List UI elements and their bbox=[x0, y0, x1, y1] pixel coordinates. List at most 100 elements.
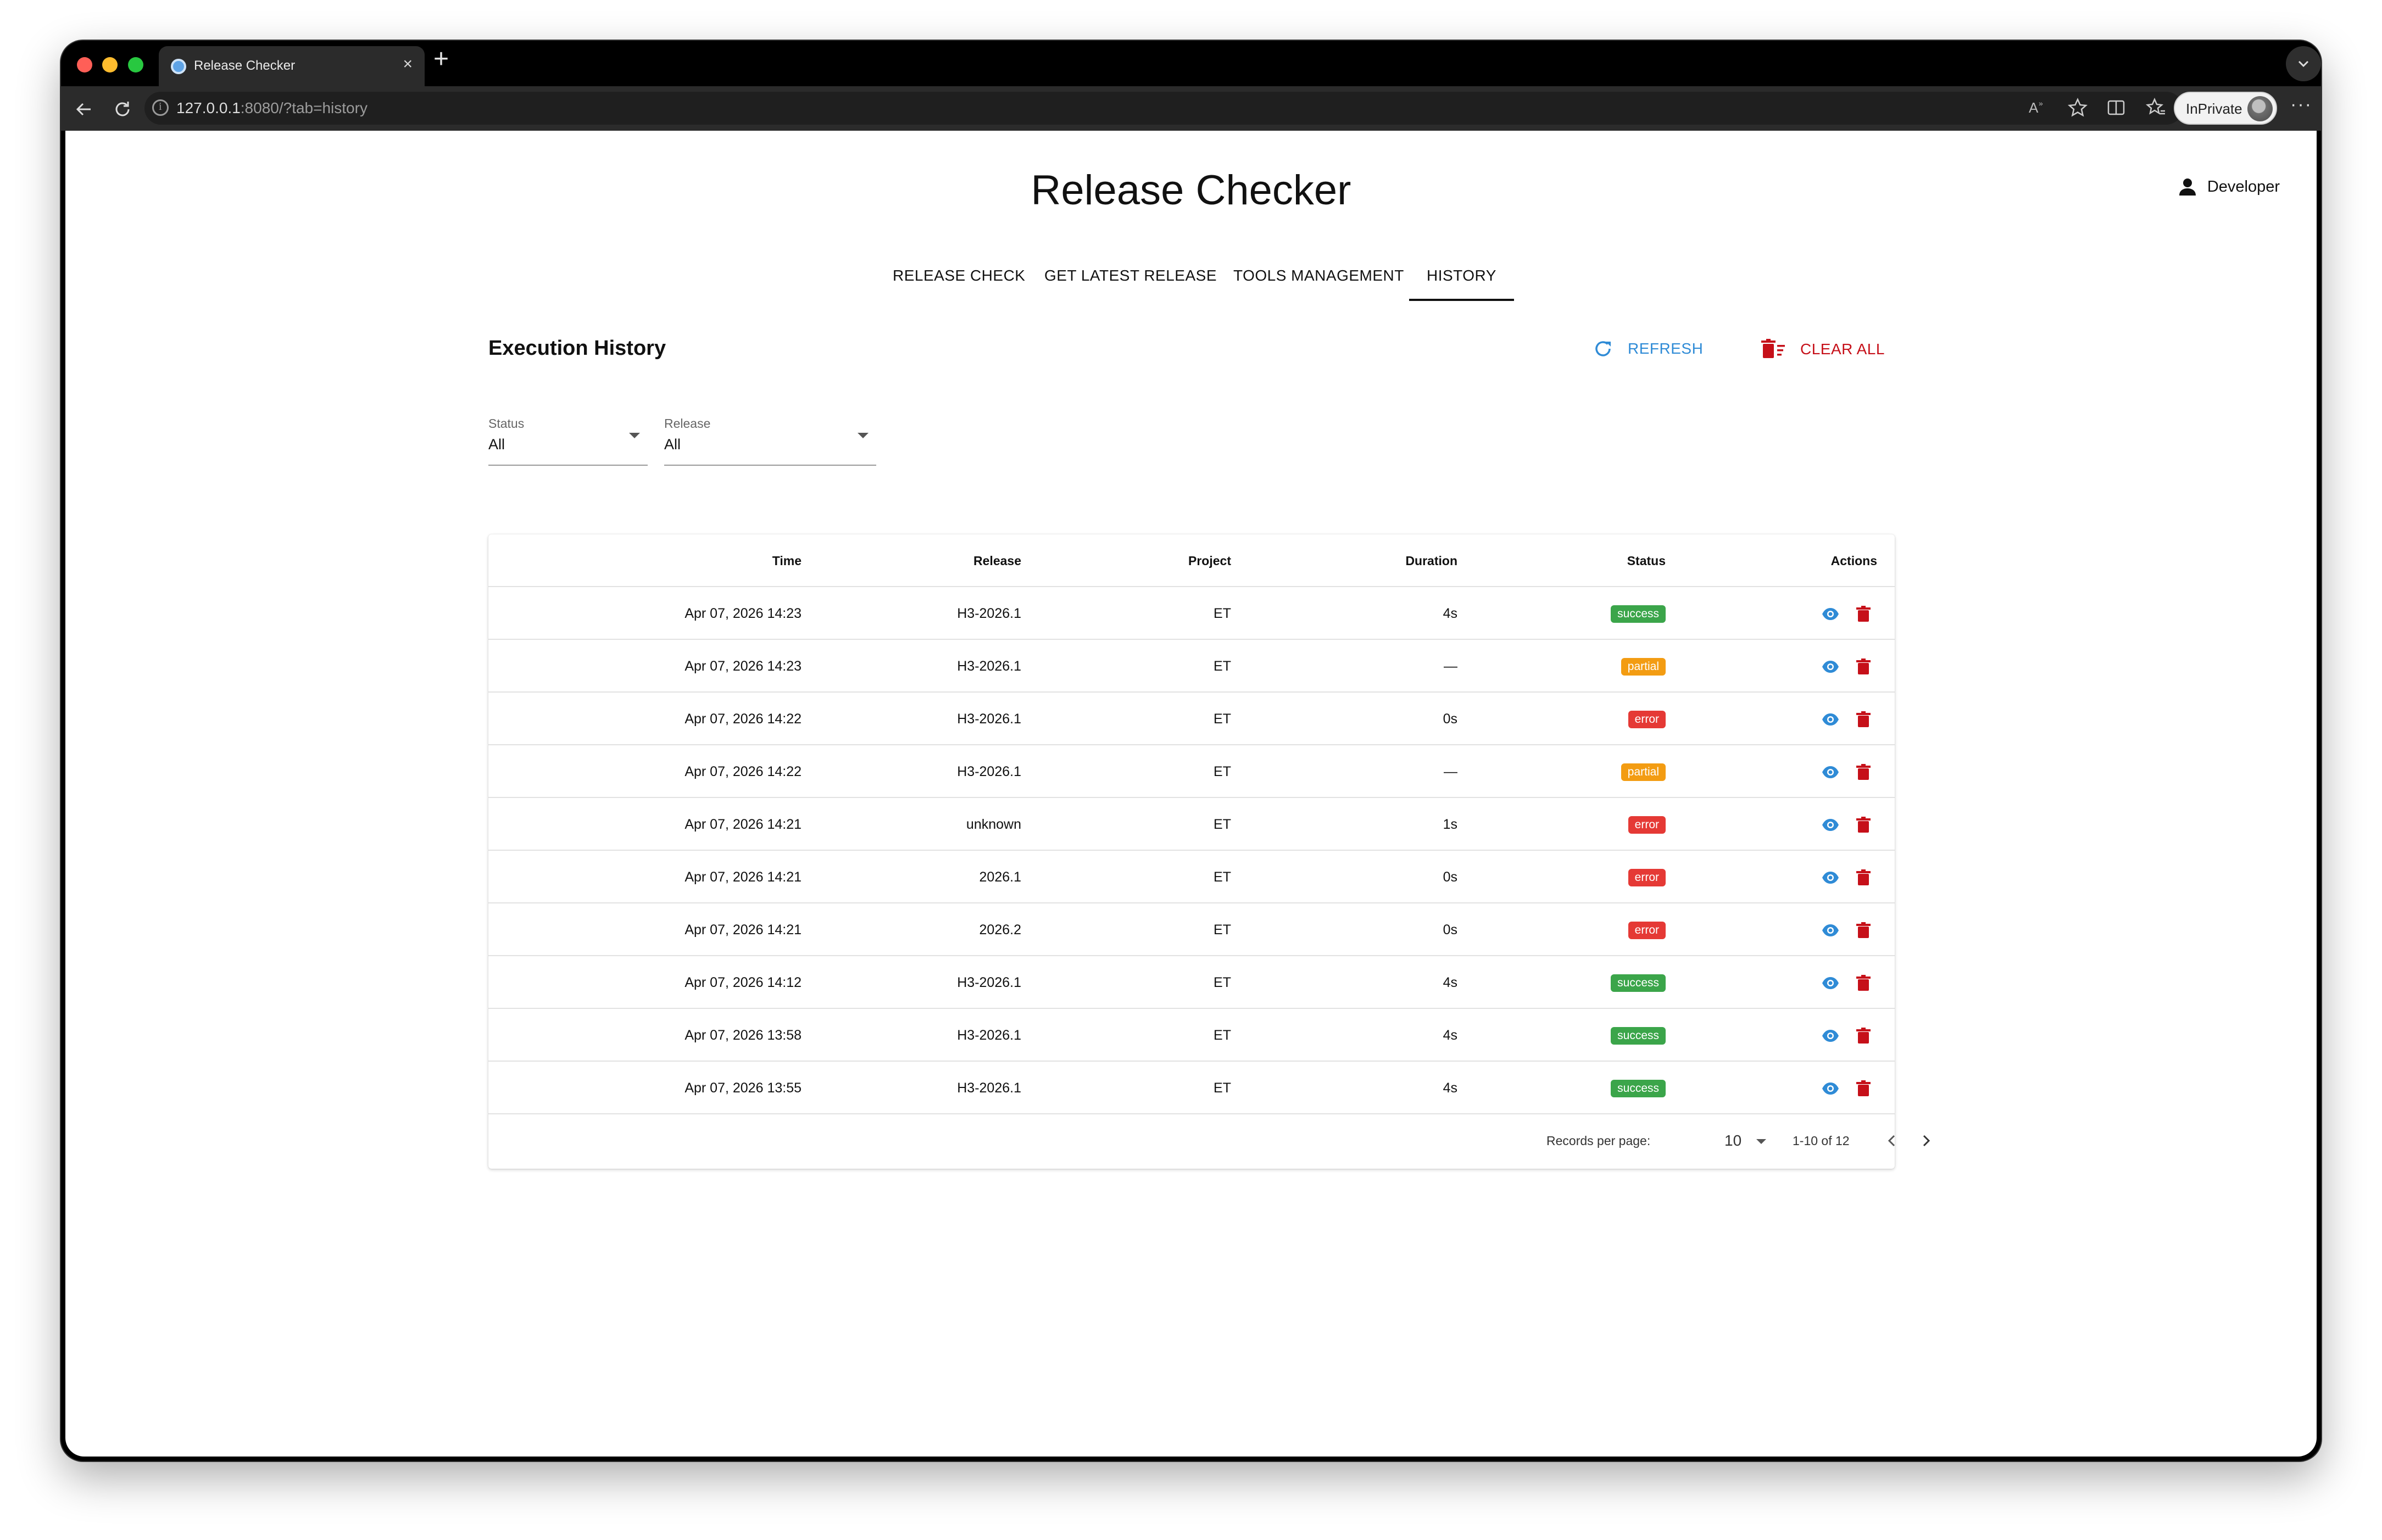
release-filter-select[interactable]: Release All bbox=[664, 416, 876, 466]
column-header-duration[interactable]: Duration bbox=[1405, 534, 1457, 587]
trash-icon[interactable] bbox=[1856, 817, 1871, 836]
row-actions bbox=[1821, 657, 1871, 679]
cell-release: H3-2026.1 bbox=[957, 711, 1021, 727]
tab-tools-management[interactable]: TOOLS MANAGEMENT bbox=[1233, 252, 1404, 301]
trash-icon[interactable] bbox=[1856, 659, 1871, 678]
table-row[interactable]: Apr 07, 2026 14:21 unknown ET 1s error bbox=[488, 798, 1895, 851]
status-badge: success bbox=[1611, 1080, 1666, 1098]
chevron-left-icon[interactable] bbox=[1883, 1131, 1901, 1150]
eye-icon[interactable] bbox=[1821, 657, 1840, 679]
close-window-button[interactable] bbox=[77, 57, 92, 72]
column-header-status[interactable]: Status bbox=[1627, 534, 1666, 587]
eye-icon[interactable] bbox=[1821, 1026, 1840, 1048]
browser-tab[interactable]: Release Checker × bbox=[159, 46, 425, 86]
url-field[interactable]: 127.0.0.1:8080/?tab=history bbox=[144, 92, 2183, 125]
cell-project: ET bbox=[1214, 817, 1231, 832]
status-filter-select[interactable]: Status All bbox=[488, 416, 648, 466]
reload-icon[interactable] bbox=[112, 98, 133, 120]
records-per-page-select[interactable]: 10 bbox=[1724, 1132, 1741, 1150]
split-screen-icon[interactable] bbox=[2106, 97, 2127, 118]
clear-all-label: CLEAR ALL bbox=[1800, 341, 1885, 358]
eye-icon[interactable] bbox=[1821, 605, 1840, 626]
trash-icon[interactable] bbox=[1856, 606, 1871, 625]
web-page: Release Checker Developer RELEASE CHECK … bbox=[65, 131, 2317, 1457]
eye-icon[interactable] bbox=[1821, 921, 1840, 942]
cell-time: Apr 07, 2026 14:23 bbox=[684, 606, 802, 621]
table-header-row: Time Release Project Duration Status Act… bbox=[488, 534, 1895, 587]
clear-all-button[interactable]: CLEAR ALL bbox=[1761, 338, 1885, 360]
cell-project: ET bbox=[1214, 922, 1231, 938]
cell-time: Apr 07, 2026 14:22 bbox=[684, 711, 802, 727]
table-row[interactable]: Apr 07, 2026 14:21 2026.2 ET 0s error bbox=[488, 903, 1895, 956]
tab-get-latest-release[interactable]: GET LATEST RELEASE bbox=[1044, 252, 1217, 301]
table-row[interactable]: Apr 07, 2026 14:23 H3-2026.1 ET 4s success bbox=[488, 587, 1895, 640]
history-table: Time Release Project Duration Status Act… bbox=[488, 534, 1930, 1169]
column-header-time[interactable]: Time bbox=[772, 534, 802, 587]
trash-icon[interactable] bbox=[1856, 1028, 1871, 1047]
person-icon bbox=[2179, 178, 2196, 196]
favorites-icon[interactable] bbox=[2145, 97, 2166, 118]
eye-icon[interactable] bbox=[1821, 1079, 1840, 1101]
table-row[interactable]: Apr 07, 2026 14:12 H3-2026.1 ET 4s success bbox=[488, 956, 1895, 1009]
status-badge: success bbox=[1611, 605, 1666, 623]
cell-duration: 4s bbox=[1443, 1080, 1457, 1096]
table-row[interactable]: Apr 07, 2026 14:22 H3-2026.1 ET — partial bbox=[488, 745, 1895, 798]
status-badge: error bbox=[1628, 711, 1666, 729]
column-header-project[interactable]: Project bbox=[1188, 534, 1231, 587]
table-row[interactable]: Apr 07, 2026 13:58 H3-2026.1 ET 4s success bbox=[488, 1009, 1895, 1062]
inprivate-label: InPrivate bbox=[2186, 101, 2242, 117]
trash-icon[interactable] bbox=[1856, 711, 1871, 730]
cell-time: Apr 07, 2026 14:21 bbox=[684, 922, 802, 938]
column-header-release[interactable]: Release bbox=[973, 534, 1021, 587]
table-row[interactable]: Apr 07, 2026 14:22 H3-2026.1 ET 0s error bbox=[488, 693, 1895, 745]
dropdown-arrow-icon[interactable] bbox=[1756, 1139, 1766, 1144]
cell-project: ET bbox=[1214, 975, 1231, 990]
minimize-window-button[interactable] bbox=[102, 57, 118, 72]
close-tab-icon[interactable]: × bbox=[403, 56, 413, 72]
more-menu-icon[interactable]: ··· bbox=[2290, 94, 2312, 115]
browser-tab-title: Release Checker bbox=[194, 58, 296, 73]
row-actions bbox=[1821, 1026, 1871, 1048]
cell-status: error bbox=[1628, 693, 1666, 745]
new-tab-button[interactable]: + bbox=[433, 46, 449, 72]
eye-icon[interactable] bbox=[1821, 816, 1840, 837]
cell-release: 2026.1 bbox=[979, 869, 1021, 885]
table-row[interactable]: Apr 07, 2026 13:55 H3-2026.1 ET 4s success bbox=[488, 1062, 1895, 1114]
tab-history[interactable]: HISTORY bbox=[1409, 252, 1514, 301]
read-aloud-icon[interactable]: A» bbox=[2028, 97, 2049, 118]
cell-duration: 4s bbox=[1443, 606, 1457, 621]
tab-release-check[interactable]: RELEASE CHECK bbox=[893, 252, 1025, 301]
table-row[interactable]: Apr 07, 2026 14:21 2026.1 ET 0s error bbox=[488, 851, 1895, 903]
trash-icon[interactable] bbox=[1856, 1080, 1871, 1100]
cell-time: Apr 07, 2026 14:12 bbox=[684, 975, 802, 990]
cell-release: H3-2026.1 bbox=[957, 975, 1021, 990]
star-icon[interactable] bbox=[2067, 97, 2088, 118]
user-menu[interactable]: Developer bbox=[2178, 177, 2280, 197]
cell-project: ET bbox=[1214, 711, 1231, 727]
eye-icon[interactable] bbox=[1821, 868, 1840, 890]
trash-icon[interactable] bbox=[1856, 922, 1871, 941]
zoom-window-button[interactable] bbox=[128, 57, 143, 72]
cell-duration: 0s bbox=[1443, 869, 1457, 885]
tab-actions-button[interactable] bbox=[2286, 46, 2321, 81]
eye-icon[interactable] bbox=[1821, 974, 1840, 995]
trash-icon[interactable] bbox=[1856, 975, 1871, 994]
eye-icon[interactable] bbox=[1821, 763, 1840, 784]
trash-icon[interactable] bbox=[1856, 764, 1871, 783]
table-row[interactable]: Apr 07, 2026 14:23 H3-2026.1 ET — partial bbox=[488, 640, 1895, 693]
chevron-right-icon[interactable] bbox=[1917, 1131, 1935, 1150]
inprivate-profile-button[interactable]: InPrivate bbox=[2174, 92, 2277, 125]
browser-window: Release Checker × + 127.0.0.1:8080/?tab=… bbox=[61, 41, 2321, 1461]
refresh-button[interactable]: REFRESH bbox=[1593, 338, 1703, 359]
cell-time: Apr 07, 2026 13:55 bbox=[684, 1080, 802, 1096]
row-actions bbox=[1821, 816, 1871, 837]
column-header-actions: Actions bbox=[1830, 554, 1877, 568]
trash-icon[interactable] bbox=[1856, 869, 1871, 889]
cell-status: success bbox=[1611, 1062, 1666, 1114]
arrow-left-icon[interactable] bbox=[73, 98, 95, 120]
cell-duration: — bbox=[1444, 659, 1457, 674]
site-info-icon[interactable] bbox=[152, 99, 169, 116]
cell-time: Apr 07, 2026 13:58 bbox=[684, 1028, 802, 1043]
eye-icon[interactable] bbox=[1821, 710, 1840, 732]
cell-status: error bbox=[1628, 851, 1666, 903]
